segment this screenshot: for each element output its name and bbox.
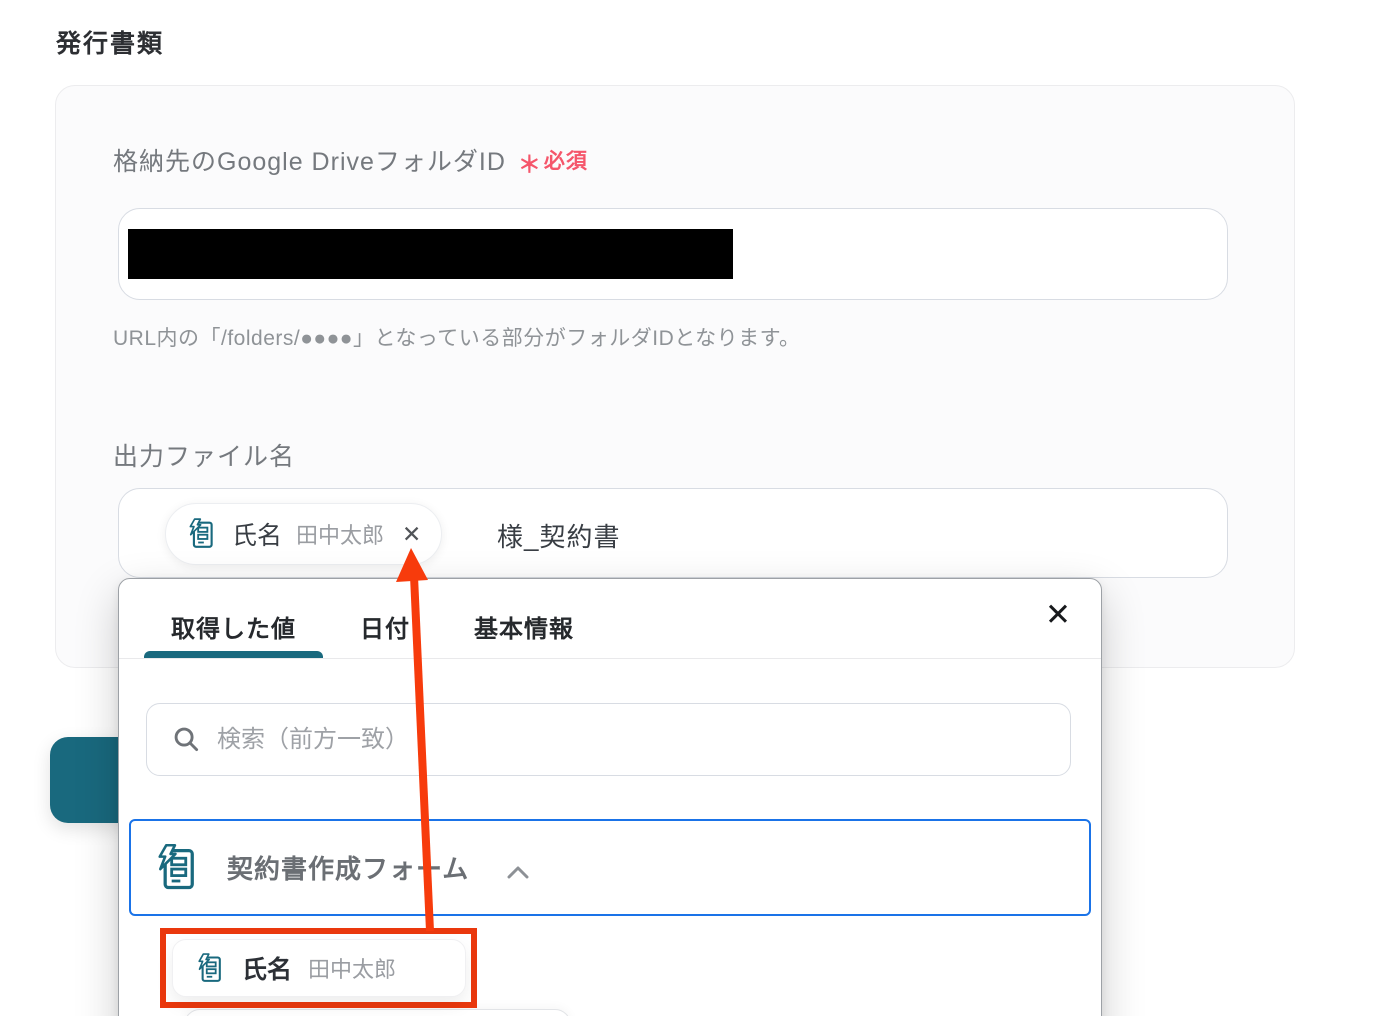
- chip-remove-icon[interactable]: ✕: [402, 521, 421, 548]
- search-box[interactable]: [146, 703, 1071, 776]
- tab-basic-info-label: 基本情報: [474, 616, 574, 643]
- tab-date-label: 日付: [360, 616, 410, 643]
- option-field-value: 田中太郎: [308, 957, 397, 982]
- field-option-item[interactable]: 氏名 田中太郎: [172, 939, 466, 997]
- filename-label: 出力ファイル名: [113, 443, 296, 471]
- filename-static-text: 様_契約書: [497, 522, 621, 552]
- folder-id-helper-text: URL内の「/folders/●●●●」となっている部分がフォルダIDとなります…: [113, 327, 801, 350]
- form-icon: [150, 842, 202, 894]
- chip-field-value: 田中太郎: [296, 523, 385, 548]
- required-badge: ＊ 必須: [518, 143, 588, 177]
- folder-id-label-row: 格納先のGoogle DriveフォルダID ＊ 必須: [113, 142, 588, 178]
- search-input[interactable]: [215, 724, 1070, 755]
- popup-tabs: 取得した値 日付 基本情報 ✕: [119, 579, 1101, 659]
- form-group-label: 契約書作成フォーム: [227, 854, 470, 884]
- annotation-highlight-box: 氏名 田中太郎: [160, 928, 477, 1008]
- screen: 発行書類 格納先のGoogle DriveフォルダID ＊ 必須 URL内の「/…: [0, 0, 1380, 1016]
- variable-chip[interactable]: 氏名 田中太郎 ✕: [165, 503, 443, 565]
- page-title: 発行書類: [56, 30, 165, 58]
- next-option-item-partial[interactable]: [184, 1009, 571, 1016]
- redacted-folder-id-value: [128, 229, 733, 279]
- option-field-name: 氏名: [242, 956, 293, 984]
- chip-field-name: 氏名: [232, 522, 283, 550]
- tab-basic-info[interactable]: 基本情報: [447, 603, 601, 658]
- required-label: 必須: [543, 150, 588, 173]
- tab-acquired-values[interactable]: 取得した値: [144, 603, 323, 658]
- required-asterisk-icon: ＊: [517, 151, 541, 177]
- form-icon: [193, 952, 226, 985]
- close-icon[interactable]: ✕: [1045, 599, 1071, 630]
- form-icon: [184, 517, 218, 551]
- active-tab-indicator: [144, 651, 323, 658]
- folder-id-label: 格納先のGoogle DriveフォルダID: [113, 148, 506, 176]
- search-icon: [173, 726, 200, 753]
- tab-acquired-values-label: 取得した値: [171, 616, 296, 643]
- form-group-row[interactable]: 契約書作成フォーム: [129, 819, 1091, 916]
- tab-date[interactable]: 日付: [333, 603, 437, 658]
- variable-picker-popup: 取得した値 日付 基本情報 ✕ 検索（前方一致） 契約書作成フォーム 氏名 田中…: [118, 578, 1102, 1016]
- chevron-up-icon[interactable]: [506, 864, 530, 880]
